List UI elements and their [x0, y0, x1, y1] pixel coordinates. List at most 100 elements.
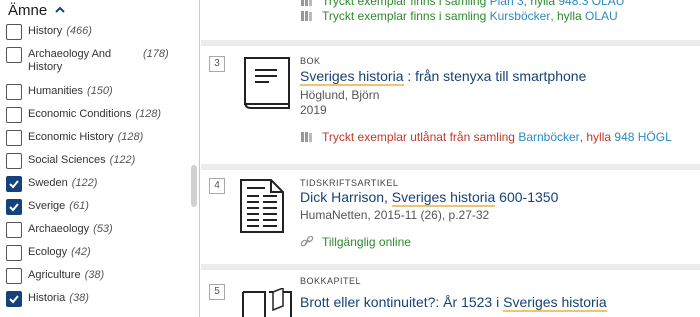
facet-item[interactable]: Ecology (42) — [0, 243, 192, 265]
book-icon[interactable] — [239, 56, 299, 110]
link-icon — [300, 236, 314, 247]
facet-label-wrap[interactable]: Agriculture (38) — [28, 269, 104, 282]
collection-link[interactable]: Kursböcker — [490, 9, 551, 23]
title-highlight[interactable]: Sveriges historia — [300, 68, 404, 86]
facet-count: (53) — [93, 223, 113, 235]
facet-label-wrap[interactable]: Economic Conditions (128) — [28, 108, 161, 121]
checkbox[interactable] — [6, 24, 22, 40]
facet-label-wrap[interactable]: Economic History (128) — [28, 131, 143, 144]
facet-label-wrap[interactable]: Humanities (150) — [28, 85, 113, 98]
checkbox[interactable] — [6, 245, 22, 261]
facet-label[interactable]: History — [28, 25, 62, 37]
facet-label[interactable]: Ecology — [28, 246, 67, 258]
facet-count: (178) — [143, 48, 169, 60]
chevron-up-icon[interactable] — [53, 3, 67, 17]
collection-link[interactable]: Plan 3 — [490, 0, 524, 8]
facet-count: (42) — [71, 246, 91, 258]
checkmark-icon — [9, 180, 19, 189]
book-shelf-icon — [301, 11, 312, 21]
shelf-link[interactable]: 948.3 OLAU — [558, 0, 624, 8]
sidebar-scrollbar[interactable] — [191, 165, 197, 207]
title-highlight[interactable]: Sveriges historia — [391, 189, 496, 207]
checkbox[interactable] — [6, 84, 22, 100]
title-text[interactable]: Brott eller kontinuitet?: År 1523 i — [300, 294, 503, 310]
checkbox-checked[interactable] — [6, 199, 22, 215]
availability-text: Tryckt exemplar finns i samling — [322, 9, 487, 23]
checkbox[interactable] — [6, 130, 22, 146]
checkbox[interactable] — [6, 268, 22, 284]
facet-item[interactable]: Economic Conditions (128) — [0, 105, 192, 127]
facet-header-amne[interactable]: Ämne — [8, 0, 67, 20]
result-number: 5 — [209, 284, 225, 300]
facet-label[interactable]: Archaeology And History — [28, 48, 133, 74]
shelf-label: , hylla — [550, 9, 582, 23]
article-document-icon[interactable] — [239, 178, 287, 234]
facet-count: (128) — [135, 108, 162, 120]
result-number: 4 — [209, 178, 225, 194]
result-type: BOK — [300, 56, 321, 66]
facet-item[interactable]: Sweden (122) — [0, 174, 192, 196]
facet-label-wrap[interactable]: Ecology (42) — [28, 246, 91, 259]
result-type: TIDSKRIFTSARTIKEL — [300, 178, 399, 188]
facet-label[interactable]: Economic Conditions — [28, 108, 131, 120]
checkbox[interactable] — [6, 153, 22, 169]
facet-item[interactable]: History (466) — [0, 22, 192, 44]
results-list: Tryckt exemplar finns i samling Plan 3 , … — [201, 0, 700, 317]
checkbox-checked[interactable] — [6, 176, 22, 192]
result-title[interactable]: Dick Harrison, Sveriges historia 600-135… — [300, 189, 558, 207]
facet-label[interactable]: Historia — [28, 292, 65, 304]
shelf-link[interactable]: OLAU — [585, 9, 618, 23]
facet-label[interactable]: Agriculture — [28, 269, 81, 281]
facet-label-wrap[interactable]: History (466) — [28, 25, 92, 38]
title-text[interactable]: 600-1350 — [495, 189, 558, 205]
checkmark-icon — [9, 295, 19, 304]
facet-item[interactable]: Economic History (128) — [0, 128, 192, 150]
availability-line: Tillgänglig online — [300, 235, 411, 249]
facet-label[interactable]: Economic History — [28, 131, 114, 143]
facet-item[interactable]: Historia (38) — [0, 289, 192, 311]
facet-item[interactable]: Agriculture (38) — [0, 266, 192, 288]
facet-item[interactable]: Archaeology (53) — [0, 220, 192, 242]
facet-count: (122) — [71, 177, 98, 189]
facet-label[interactable]: Sweden — [28, 177, 68, 189]
result-title[interactable]: Sveriges historia : från stenyxa till sm… — [300, 68, 586, 86]
facet-label-wrap[interactable]: Sweden (122) — [28, 177, 97, 190]
book-shelf-icon — [301, 0, 312, 6]
collection-link[interactable]: Barnböcker — [518, 130, 579, 144]
facet-label-wrap[interactable]: Sverige (61) — [28, 200, 89, 213]
facet-item[interactable]: Archaeology And History (178) — [0, 45, 192, 81]
facet-label-wrap[interactable]: Archaeology (53) — [28, 223, 113, 236]
book-chapter-icon[interactable] — [239, 288, 295, 317]
online-availability-link[interactable]: Tillgänglig online — [322, 235, 411, 249]
result-year: 2019 — [300, 103, 327, 117]
availability-line: Tryckt exemplar utlånat från samling Bar… — [300, 130, 672, 144]
checkbox[interactable] — [6, 107, 22, 123]
facet-item[interactable]: Humanities (150) — [0, 82, 192, 104]
facet-label[interactable]: Social Sciences — [28, 154, 106, 166]
facet-count: (38) — [69, 292, 89, 304]
title-highlight[interactable]: Sveriges historia — [503, 294, 607, 312]
result-item: 4 TIDSKRIFTSARTIKEL Dick Harrison, Sveri… — [201, 170, 700, 264]
availability-text: Tryckt exemplar utlånat från samling — [322, 130, 515, 144]
availability-line: Tryckt exemplar finns i samling Plan 3, … — [300, 0, 624, 8]
facet-label[interactable]: Sverige — [28, 200, 65, 212]
facet-label-wrap[interactable]: Historia (38) — [28, 292, 89, 305]
facet-label-wrap[interactable]: Social Sciences (122) — [28, 154, 135, 167]
checkbox[interactable] — [6, 222, 22, 238]
checkbox[interactable] — [6, 47, 22, 63]
facet-count: (122) — [109, 154, 136, 166]
facet-item[interactable]: Social Sciences (122) — [0, 151, 192, 173]
title-text[interactable]: : från stenyxa till smartphone — [404, 68, 586, 84]
checkbox-checked[interactable] — [6, 291, 22, 307]
title-text[interactable]: Dick Harrison, — [300, 189, 392, 205]
facet-label[interactable]: Archaeology — [28, 223, 89, 235]
availability-line: Tryckt exemplar finns i samling Kursböck… — [300, 9, 618, 23]
facet-count: (128) — [117, 131, 144, 143]
result-item: 3 BOK Sveriges historia : från stenyxa t… — [201, 46, 700, 164]
shelf-label: , hylla — [579, 130, 612, 144]
result-title[interactable]: Brott eller kontinuitet?: År 1523 i Sver… — [300, 294, 607, 312]
shelf-link[interactable]: 948 HÖGL — [614, 130, 671, 144]
result-item-prev: Tryckt exemplar finns i samling Plan 3 , … — [201, 0, 700, 40]
facet-label[interactable]: Humanities — [28, 85, 83, 97]
facet-item[interactable]: Sverige (61) — [0, 197, 192, 219]
